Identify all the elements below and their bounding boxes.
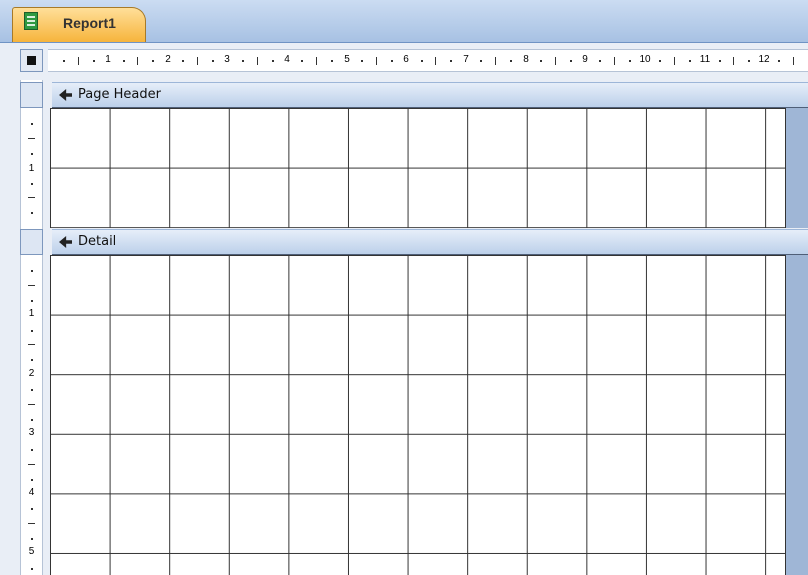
ruler-label: 4 [28,487,35,498]
ruler-tick [673,57,675,65]
ruler-tick [28,284,35,286]
section-label: Detail [78,234,117,249]
ruler-tick [31,212,33,215]
report1-tab[interactable]: Report1 [12,7,146,42]
ruler-label: 11 [699,54,711,65]
ruler-tick [480,60,483,62]
vertical-ruler[interactable]: 1 1 2 3 4 5 [20,80,43,575]
ruler-tick [569,60,572,62]
ruler-label: 4 [284,54,290,65]
ruler-tick [31,478,33,481]
ruler-tick [748,60,751,62]
ruler-tick [31,418,33,421]
ruler-tick [733,57,735,65]
document-tab-bar: Report1 [0,0,808,43]
ruler-label: 3 [224,54,230,65]
ruler-tick [152,60,155,62]
ruler-tick [28,137,35,139]
ruler-tick [31,182,33,185]
ruler-tick [599,60,602,62]
ruler-tick [182,60,185,62]
canvas-margin [786,255,808,575]
ruler-tick [450,60,453,62]
ruler-tick [718,60,721,62]
ruler-tick [31,448,33,451]
ruler-label: 7 [463,54,469,65]
ruler-tick [554,57,556,65]
ruler-tick [658,60,661,62]
ruler-tick [197,57,198,65]
ruler-tick [31,359,33,362]
ruler-tick [271,60,274,62]
ruler-tick [31,269,33,272]
ruler-tick [31,329,33,332]
ruler-tick [31,567,33,570]
ruler-tick [375,57,377,65]
ruler-label: 2 [165,54,171,65]
ruler-label: 1 [105,54,111,65]
page-header-design-grid[interactable] [50,108,786,228]
ruler-tick [390,60,393,62]
ruler-tick [301,60,304,62]
ruler-tick [614,57,616,65]
ruler-tick [92,60,95,62]
ruler-tick [539,60,542,62]
ruler-tick [629,60,632,62]
ruler-tick [688,60,691,62]
detail-design-grid[interactable] [50,255,786,575]
ruler-label: 1 [28,163,35,174]
ruler-tick [77,57,79,65]
ruler-label: 12 [758,54,770,65]
ruler-tick [495,57,496,65]
ruler-tick [31,538,33,541]
ruler-tick [435,57,437,65]
ruler-label: 3 [28,427,35,438]
ruler-tick [31,122,33,125]
ruler-tick [509,60,512,62]
ruler-tick [331,60,334,62]
ruler-label: 8 [523,54,529,65]
ruler-tick [28,404,35,405]
ruler-label: 1 [28,308,35,319]
ruler-label: 2 [28,368,35,379]
detail-selector[interactable] [20,229,43,255]
section-arrow-icon [59,236,72,248]
detail-section-bar[interactable]: Detail [52,229,808,255]
ruler-label: 5 [344,54,350,65]
ruler-tick [31,152,33,155]
ruler-tick [211,60,214,62]
ruler-tick [28,523,35,525]
ruler-tick [241,60,244,62]
ruler-tick [256,57,258,65]
section-label: Page Header [78,87,161,102]
page-header-section-bar[interactable]: Page Header [52,82,808,108]
ruler-tick [31,508,33,511]
ruler-tick [122,60,125,62]
page-header-selector[interactable] [20,82,43,108]
ruler-tick [28,463,35,465]
ruler-tick [420,60,423,62]
ruler-tick [28,344,35,346]
ruler-label: 10 [639,54,651,65]
horizontal-ruler[interactable]: 1 2 3 4 5 6 7 8 9 10 11 12 [48,49,808,72]
ruler-tick [31,389,33,392]
ruler-tick [31,299,33,302]
ruler-tick [793,57,794,65]
tab-title: Report1 [63,15,116,31]
ruler-label: 5 [28,546,35,557]
ruler-tick [778,60,781,62]
section-arrow-icon [59,89,72,101]
ruler-label: 6 [403,54,409,65]
ruler-label: 9 [582,54,588,65]
ruler-tick [360,60,363,62]
report-selector-button[interactable] [20,49,43,72]
ruler-tick [62,60,65,62]
report-icon [24,12,38,30]
ruler-tick [137,57,139,65]
ruler-tick [28,197,35,199]
ruler-tick [316,57,318,65]
canvas-margin [786,108,808,228]
